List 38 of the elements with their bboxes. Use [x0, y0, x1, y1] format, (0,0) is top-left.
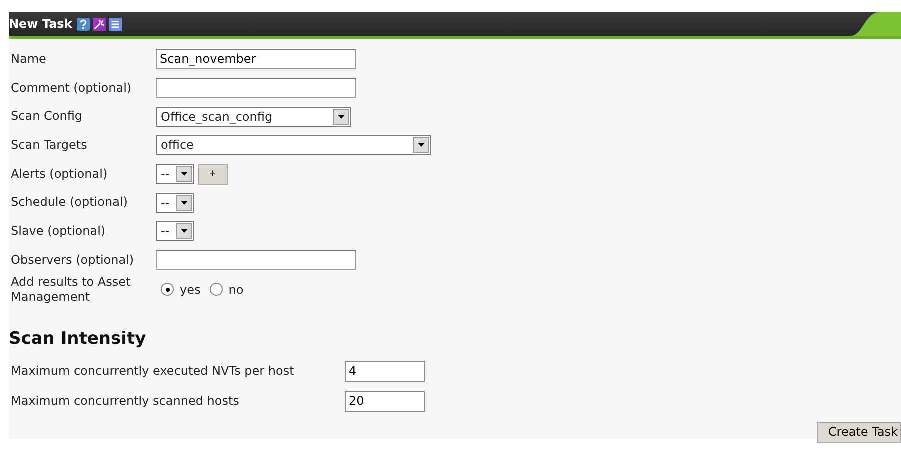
radio-button[interactable]	[161, 283, 174, 296]
page-title: New Task	[9, 17, 72, 31]
caret-icon	[180, 172, 188, 176]
create-task-button[interactable]: Create Task	[817, 422, 901, 442]
caret-icon	[338, 114, 344, 119]
add-button[interactable]: +	[198, 164, 228, 185]
field-label: Name	[10, 52, 48, 67]
text-field[interactable]: Scan_november	[156, 49, 356, 70]
dropdown[interactable]: --	[156, 221, 194, 242]
field-label: Comment (optional)	[10, 80, 133, 96]
text-field[interactable]	[156, 78, 356, 98]
dropdown[interactable]: --	[156, 192, 194, 213]
wizard-icon[interactable]	[93, 18, 106, 30]
dropdown[interactable]: --	[156, 164, 194, 184]
list-icon[interactable]	[109, 18, 122, 30]
field-label: Add results to Asset Management	[10, 274, 132, 304]
field-label: Maximum concurrently executed NVTs per host	[11, 364, 296, 378]
number-field[interactable]: 20	[345, 390, 425, 412]
dropdown[interactable]: Office_scan_config	[156, 106, 351, 127]
radio-label: yes	[180, 282, 201, 296]
field-label: Scan Config	[10, 109, 84, 124]
number-field[interactable]: 4	[345, 360, 425, 382]
caret-icon	[180, 200, 188, 205]
field-label: Schedule (optional)	[10, 195, 129, 210]
field-label: Observers (optional)	[10, 252, 136, 268]
section-heading: Scan Intensity	[9, 328, 148, 348]
field-label: Slave (optional)	[10, 224, 107, 239]
text-field[interactable]	[156, 250, 356, 270]
field-label: Scan Targets	[10, 138, 88, 153]
dropdown[interactable]: office	[156, 135, 431, 156]
field-label: Maximum concurrently scanned hosts	[11, 394, 240, 408]
caret-icon	[418, 143, 424, 148]
header-swoosh	[851, 12, 901, 36]
field-label: Alerts (optional)	[10, 166, 109, 182]
caret-icon	[180, 229, 188, 234]
help-icon[interactable]	[77, 18, 90, 30]
radio-label: no	[228, 282, 244, 296]
radio-button[interactable]	[210, 283, 223, 296]
